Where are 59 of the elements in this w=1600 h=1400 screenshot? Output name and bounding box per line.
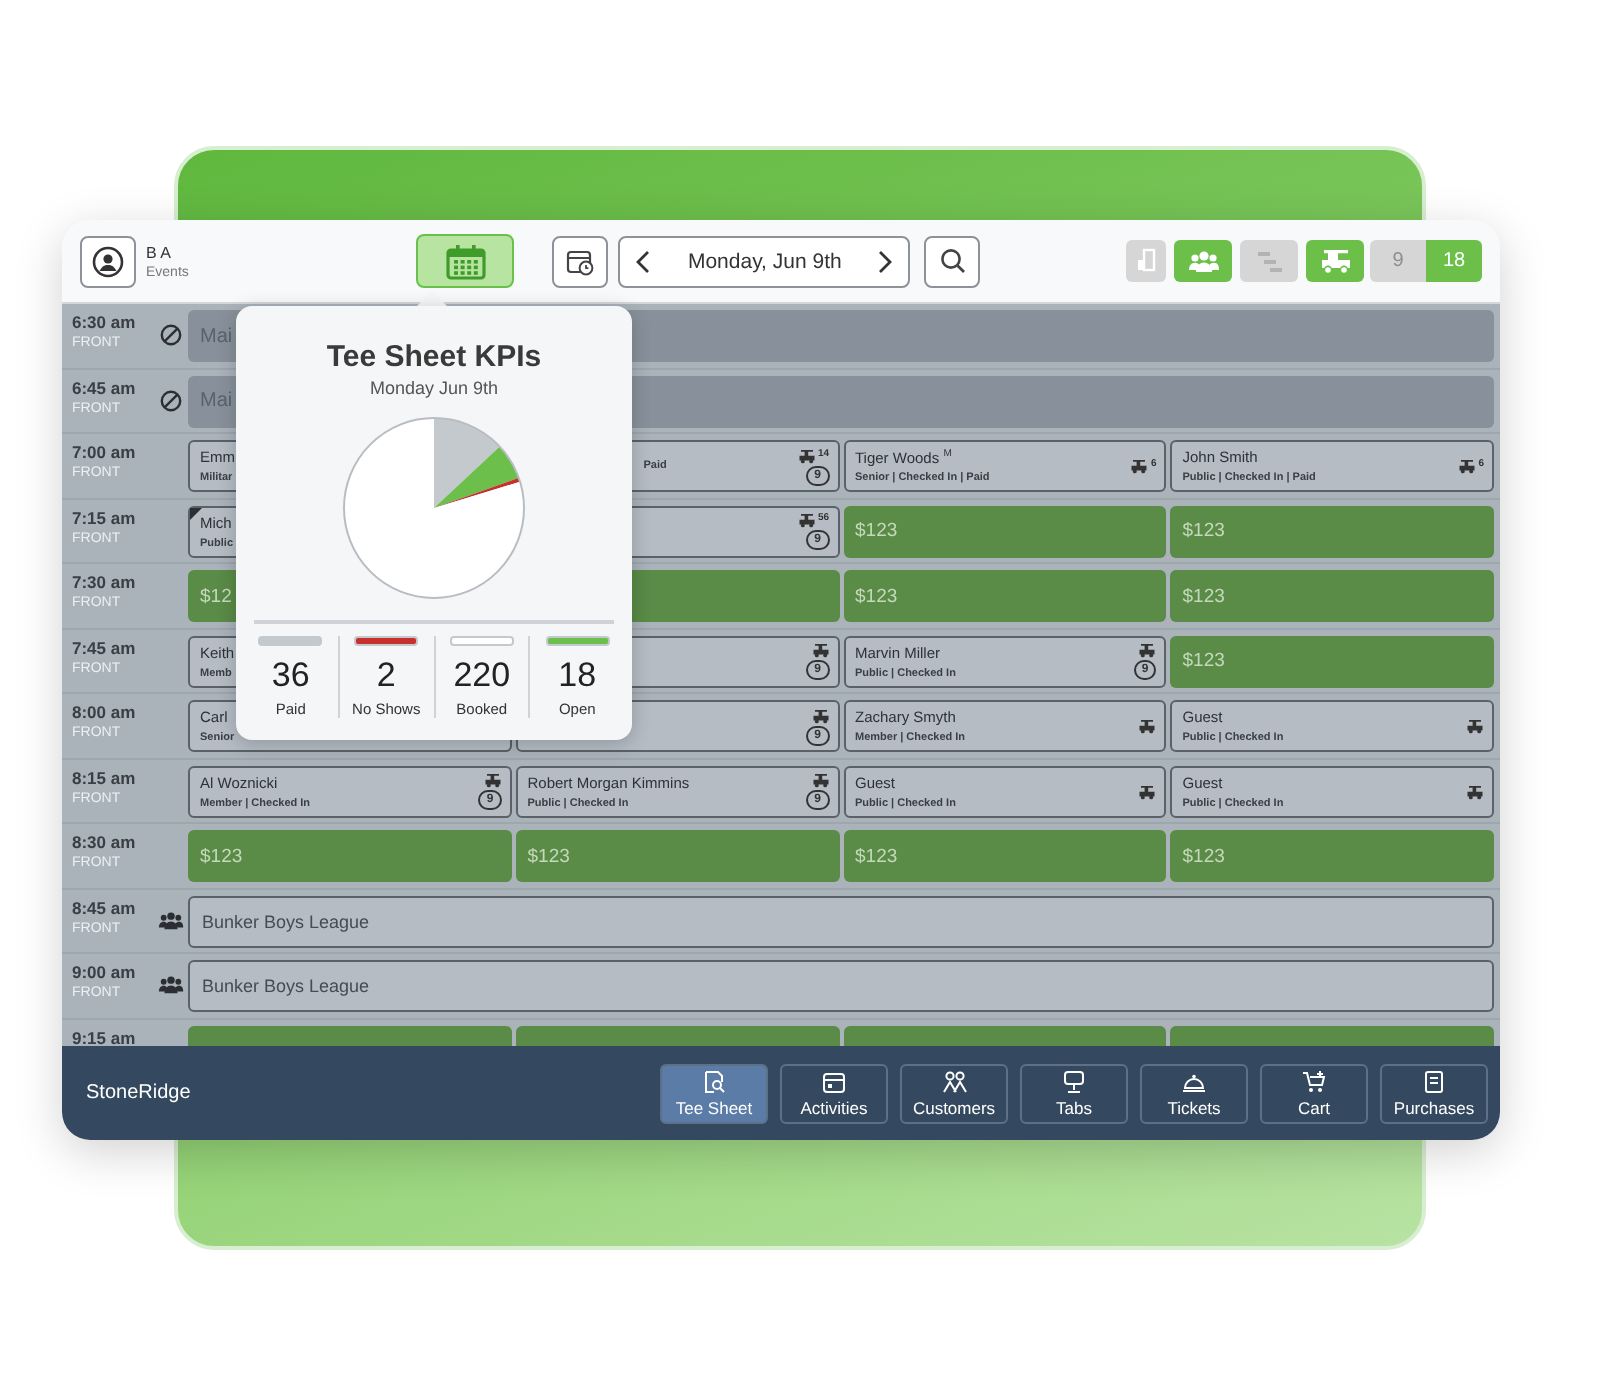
calendar-icon bbox=[822, 1069, 846, 1093]
golf-cart-icon bbox=[1319, 248, 1351, 274]
nav-tab[interactable]: Customers bbox=[900, 1063, 1008, 1123]
tee-time: 6:30 am bbox=[72, 312, 136, 332]
schedule-button[interactable] bbox=[552, 235, 609, 287]
popover-date: Monday Jun 9th bbox=[369, 378, 499, 398]
date-label: Monday, Jun 9th bbox=[687, 249, 842, 273]
next-day-button[interactable] bbox=[874, 245, 897, 277]
peg-icon bbox=[1136, 247, 1156, 275]
club-name: StoneRidge bbox=[86, 1082, 191, 1104]
tee-time: 8:15 am bbox=[72, 767, 136, 787]
people-icon bbox=[157, 974, 183, 997]
tee-time: 7:45 am bbox=[72, 637, 136, 657]
people-icon bbox=[941, 1069, 967, 1093]
nav-tab[interactable]: Activities bbox=[780, 1063, 888, 1123]
steps-icon bbox=[1255, 249, 1283, 273]
tee-time: 6:45 am bbox=[72, 377, 136, 397]
cloche-icon bbox=[1182, 1069, 1206, 1093]
calendar-button[interactable] bbox=[416, 234, 515, 288]
tee-time: 9:00 am bbox=[72, 962, 136, 982]
people-icon bbox=[157, 909, 183, 932]
filter-toggle[interactable] bbox=[1174, 240, 1232, 282]
filter-toggle[interactable] bbox=[1240, 240, 1298, 282]
people-icon bbox=[1187, 249, 1219, 273]
group-booking[interactable]: Bunker Boys League bbox=[188, 895, 1494, 947]
nav-tab[interactable]: Tickets bbox=[1140, 1063, 1248, 1123]
calendar-clock-icon bbox=[566, 247, 595, 275]
tee-time: 7:30 am bbox=[72, 572, 136, 592]
group-booking[interactable]: Bunker Boys League bbox=[188, 960, 1494, 1012]
search-button[interactable] bbox=[924, 235, 981, 287]
document-search-icon bbox=[702, 1069, 726, 1093]
cart-icon bbox=[1302, 1069, 1326, 1093]
person-icon bbox=[92, 245, 124, 277]
nav-tab[interactable]: Cart bbox=[1260, 1063, 1368, 1123]
filter-toggle[interactable] bbox=[1306, 240, 1364, 282]
search-icon bbox=[939, 248, 966, 274]
profile-button[interactable] bbox=[80, 235, 136, 287]
tee-time: 9:15 am bbox=[72, 1027, 136, 1046]
nav-tab[interactable]: Purchases bbox=[1380, 1063, 1488, 1123]
sign-icon bbox=[1062, 1069, 1086, 1093]
prohibited-icon bbox=[159, 389, 181, 412]
tee-time: 8:30 am bbox=[72, 832, 136, 852]
previous-day-button[interactable] bbox=[632, 245, 655, 277]
calendar-icon bbox=[445, 243, 486, 279]
chevron-left-icon bbox=[636, 249, 651, 273]
tee-time: 7:15 am bbox=[72, 507, 136, 527]
stat-value: 36 bbox=[271, 656, 310, 696]
prohibited-icon bbox=[159, 324, 181, 347]
stat-value: 220 bbox=[453, 656, 511, 696]
tee-time: 8:00 am bbox=[72, 702, 136, 722]
nav-tab[interactable]: Tabs bbox=[1020, 1063, 1128, 1123]
user-name: B A bbox=[146, 243, 173, 261]
filter-toggle[interactable] bbox=[1126, 240, 1166, 282]
stat-value: 2 bbox=[376, 656, 396, 696]
tee-time: 8:45 am bbox=[72, 897, 136, 917]
tee-time: 7:00 am bbox=[72, 442, 136, 462]
chevron-right-icon bbox=[878, 249, 893, 273]
nav-tab[interactable]: Tee Sheet bbox=[660, 1063, 768, 1123]
receipt-icon bbox=[1422, 1069, 1446, 1093]
